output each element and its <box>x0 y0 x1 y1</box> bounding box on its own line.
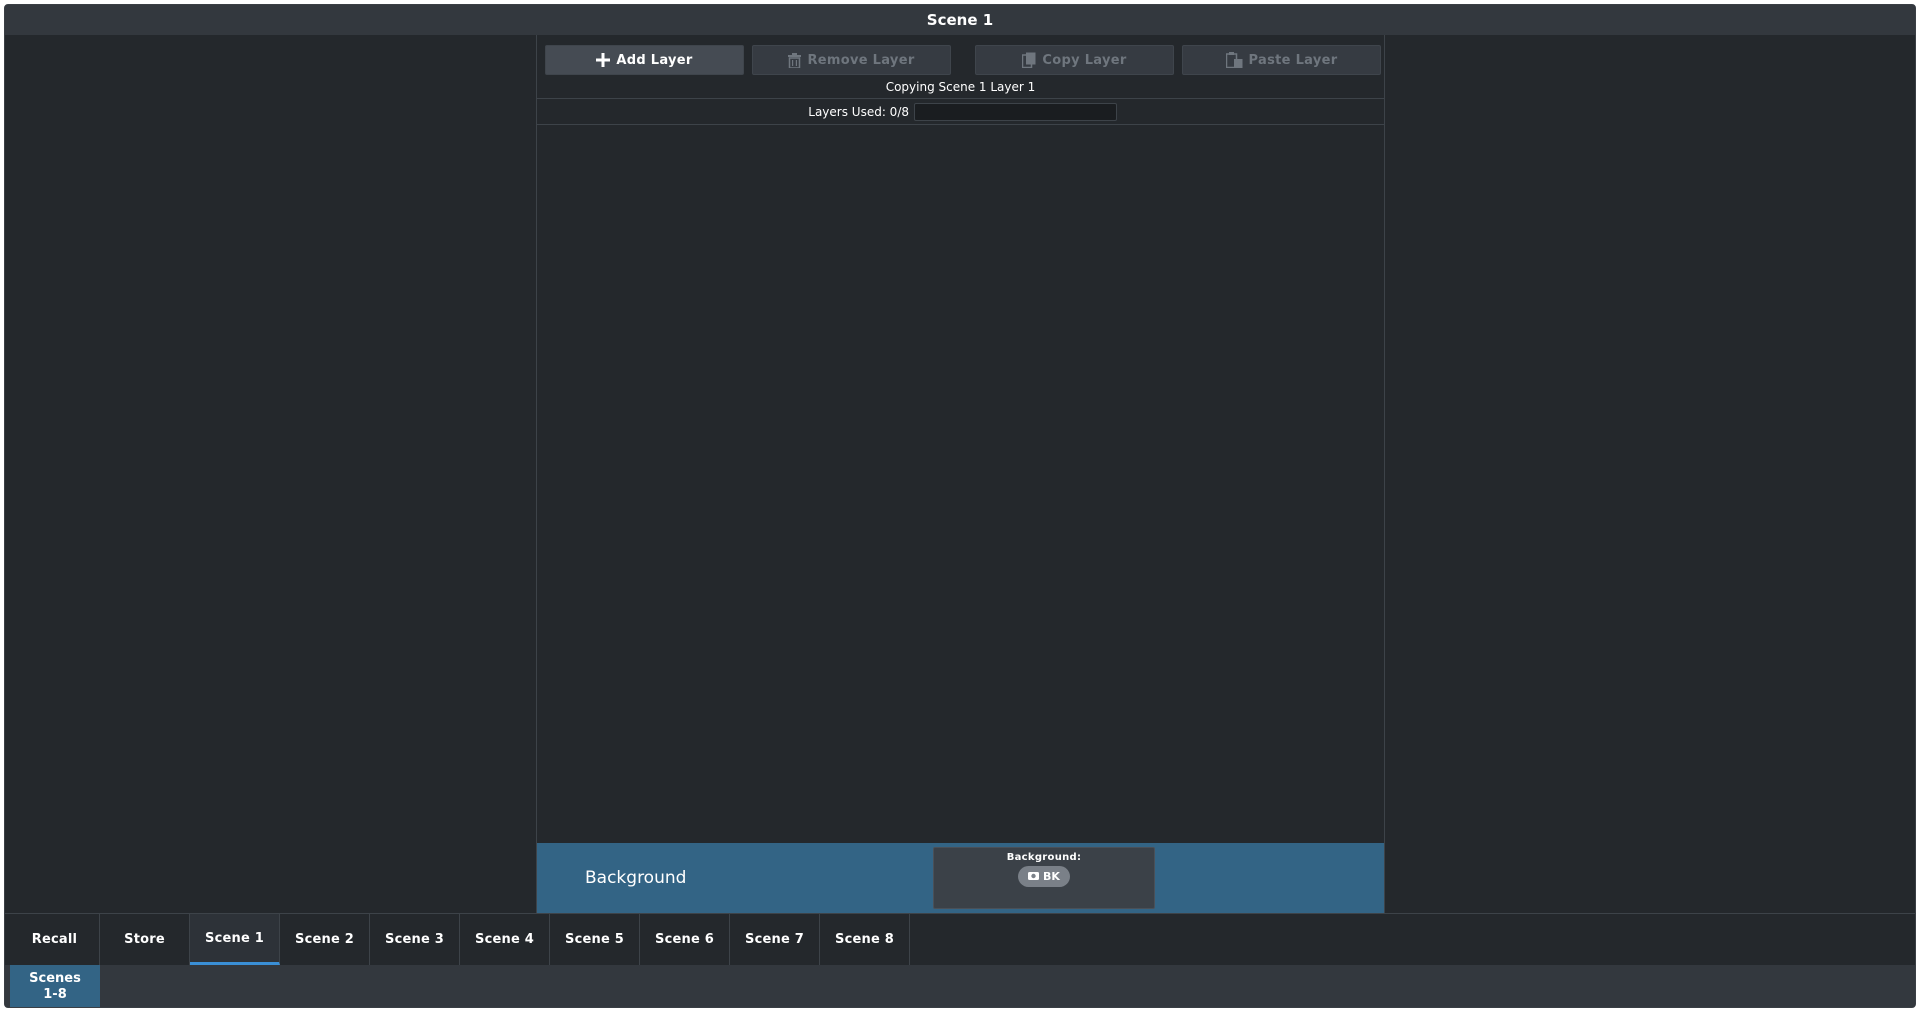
tab-scene-1[interactable]: Scene 1 <box>190 914 280 965</box>
background-source-title: Background: <box>1006 852 1082 863</box>
tab-label: Scene 3 <box>385 932 444 947</box>
tab-label: Scene 1 <box>205 930 264 946</box>
background-source-label: BK <box>1043 870 1060 883</box>
background-layer-row[interactable]: Background Background: BK <box>537 843 1384 913</box>
tab-store[interactable]: Store <box>100 914 190 965</box>
tab-label: Scene 2 <box>295 932 354 947</box>
tab-recall[interactable]: Recall <box>10 914 100 965</box>
tab-scene-5[interactable]: Scene 5 <box>550 914 640 965</box>
add-layer-button[interactable]: Add Layer <box>545 45 744 75</box>
layers-used-label: Layers Used: 0/8 <box>808 105 909 119</box>
app-window: Scene 1 Add Layer Remove Layer Copy Laye… <box>4 4 1916 1008</box>
scene-tab-bar: Recall Store Scene 1 Scene 2 Scene 3 Sce… <box>5 913 1915 965</box>
plus-icon <box>596 53 611 67</box>
scenes-page-label: Scenes <box>29 971 81 986</box>
scenes-page-range: 1-8 <box>43 987 67 1002</box>
tab-scene-6[interactable]: Scene 6 <box>640 914 730 965</box>
copy-layer-button[interactable]: Copy Layer <box>975 45 1174 75</box>
tab-scene-4[interactable]: Scene 4 <box>460 914 550 965</box>
camera-icon <box>1028 870 1040 883</box>
window-title: Scene 1 <box>5 5 1915 35</box>
tab-label: Recall <box>31 932 78 947</box>
tab-scene-7[interactable]: Scene 7 <box>730 914 820 965</box>
layer-toolbar: Add Layer Remove Layer Copy Layer Paste … <box>537 35 1384 75</box>
layers-used-row: Layers Used: 0/8 <box>537 100 1384 125</box>
remove-layer-button[interactable]: Remove Layer <box>752 45 951 75</box>
background-layer-label: Background <box>585 868 687 888</box>
tab-label: Scene 6 <box>655 932 714 947</box>
content-area: Add Layer Remove Layer Copy Layer Paste … <box>5 35 1915 913</box>
remove-layer-label: Remove Layer <box>807 52 915 68</box>
tab-scene-3[interactable]: Scene 3 <box>370 914 460 965</box>
scenes-page-button[interactable]: Scenes 1-8 <box>10 965 100 1007</box>
paste-icon <box>1225 52 1243 68</box>
background-source-pill[interactable]: BK <box>1018 866 1070 887</box>
paste-layer-label: Paste Layer <box>1248 52 1338 68</box>
tab-scene-8[interactable]: Scene 8 <box>820 914 910 965</box>
background-source-box[interactable]: Background: BK <box>933 847 1155 909</box>
page-selector-bar: Scenes 1-8 <box>5 965 1915 1007</box>
copy-icon <box>1022 52 1036 68</box>
layer-editor-panel: Add Layer Remove Layer Copy Layer Paste … <box>536 35 1385 913</box>
paste-layer-button[interactable]: Paste Layer <box>1182 45 1381 75</box>
trash-icon <box>788 52 802 68</box>
add-layer-label: Add Layer <box>616 52 693 68</box>
tab-label: Scene 7 <box>745 932 804 947</box>
tab-scene-2[interactable]: Scene 2 <box>280 914 370 965</box>
layers-used-progress-bar <box>914 103 1117 121</box>
tab-label: Scene 8 <box>835 932 894 947</box>
copy-layer-label: Copy Layer <box>1042 52 1127 68</box>
copy-status-text: Copying Scene 1 Layer 1 <box>537 75 1384 99</box>
tab-label: Scene 4 <box>475 932 534 947</box>
tab-label: Store <box>124 932 165 947</box>
tab-label: Scene 5 <box>565 932 624 947</box>
